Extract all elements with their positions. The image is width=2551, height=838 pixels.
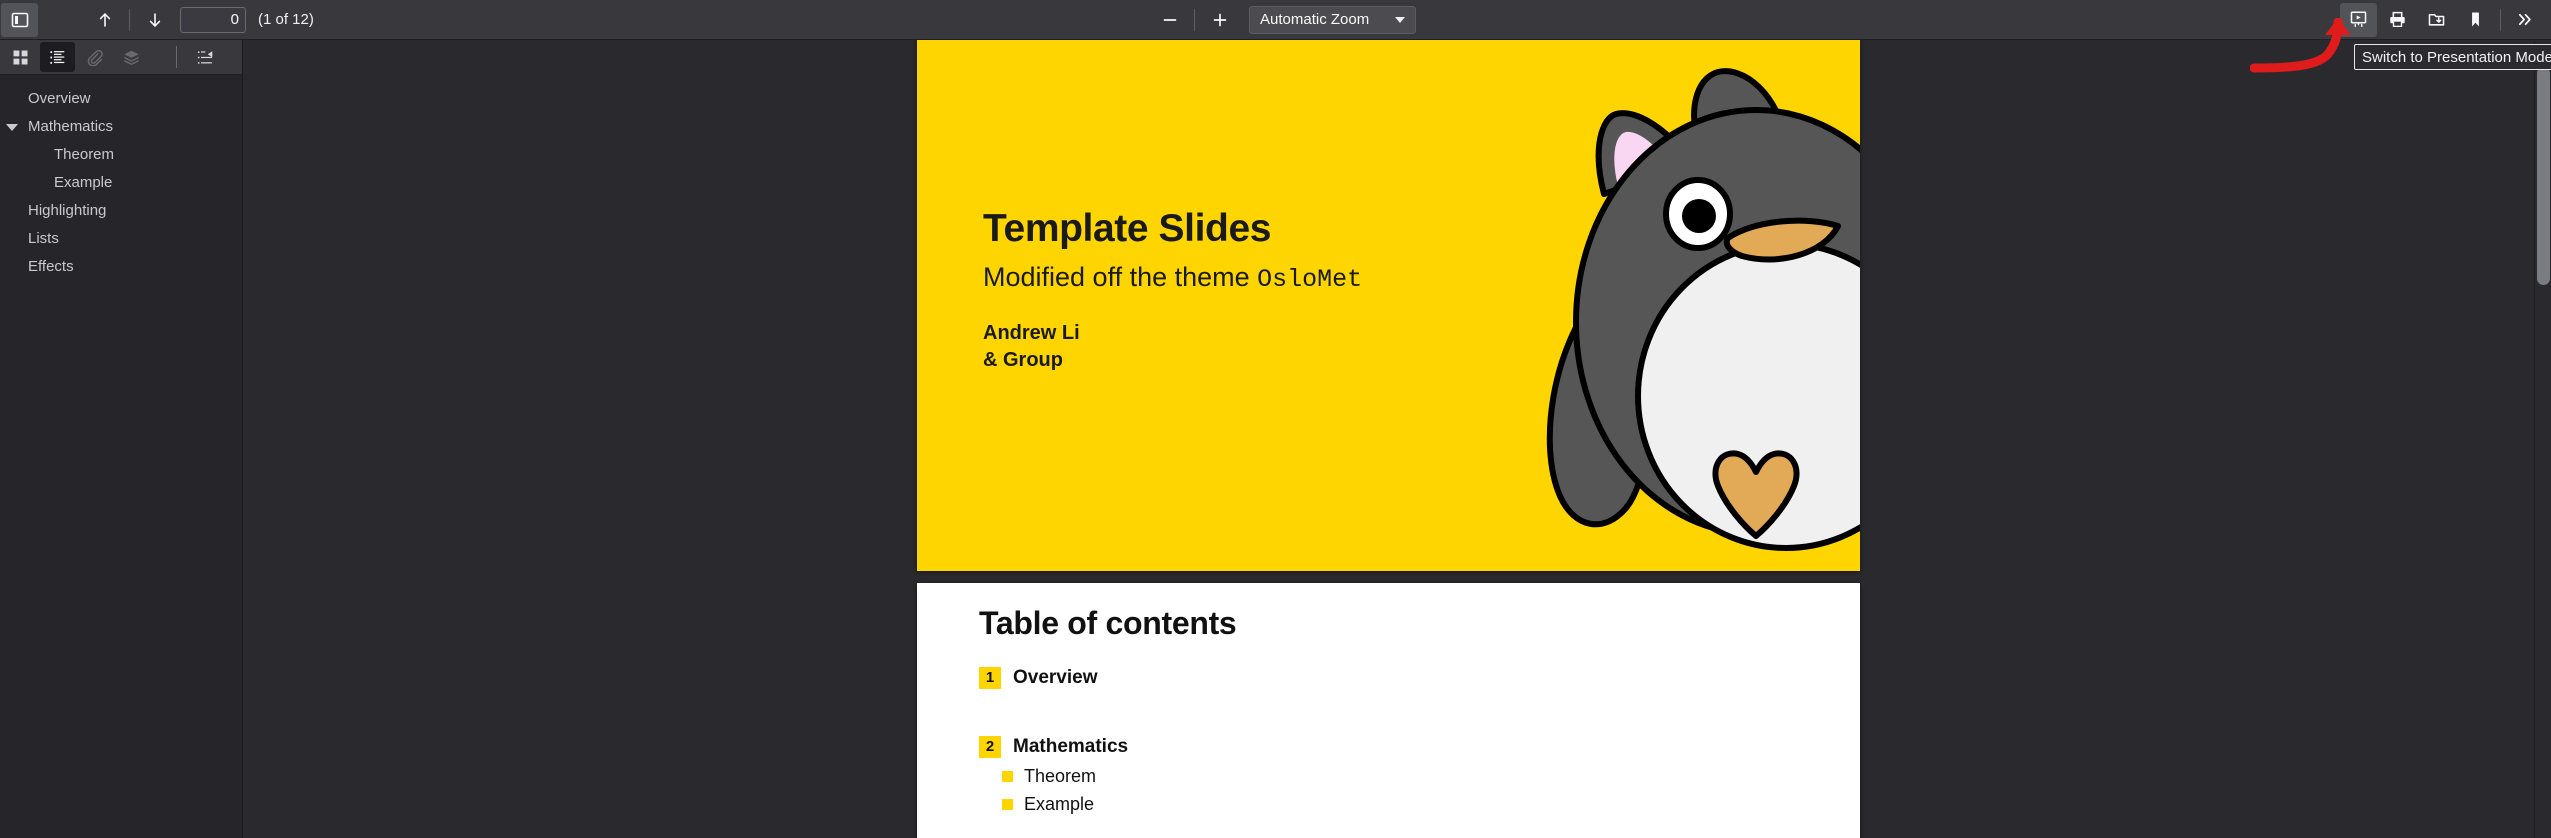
right-divider [2500,8,2501,31]
toc-entry-2: 2 Mathematics [979,736,1128,758]
outline-item-label: Example [54,174,113,191]
slide-subtitle-prefix: Modified off the theme [983,262,1258,292]
outline-item-lists[interactable]: Lists [0,225,242,253]
chevron-down-icon[interactable] [6,124,18,131]
toc-number-badge: 1 [979,667,1001,689]
toolbar-divider [129,8,130,31]
outline-item-theorem[interactable]: Theorem [0,141,242,169]
title-slide-text-block: Template Slides Modified off the theme O… [983,207,1362,294]
tooltip-text: Switch to Presentation Mode [2362,48,2551,66]
zoom-in-button[interactable] [1201,3,1238,37]
sidebar-item-layers [114,42,149,72]
toc-subentry-label: Theorem [1024,766,1097,786]
main-toolbar: (1 of 12) Automatic Zoom [0,0,2551,40]
sidebar-tab-divider [176,46,177,68]
sidebar-item-thumbnails[interactable] [3,42,38,72]
zoom-level-select[interactable]: Automatic Zoom [1249,5,1417,34]
bullet-square-icon [1002,771,1013,782]
previous-page-button[interactable] [86,3,123,37]
toc-subentry-label: Example [1024,794,1095,814]
outline-item-mathematics[interactable]: Mathematics [0,113,242,141]
tooltip-presentation-mode: Switch to Presentation Mode [2354,44,2551,70]
toolbar-left-group: (1 of 12) [0,0,314,40]
outline-item-effects[interactable]: Effects [0,253,242,281]
toolbar-zoom-group: Automatic Zoom [1150,0,1417,40]
outline-item-example[interactable]: Example [0,169,242,197]
author-group: & Group [983,349,1063,371]
outline-item-highlighting[interactable]: Highlighting [0,197,242,225]
presentation-mode-button[interactable] [2340,2,2377,37]
outline-item-label: Effects [28,258,74,275]
toc-title: Table of contents [979,605,1237,641]
outline-item-label: Highlighting [28,202,107,219]
toc-entry-1: 1 Overview [979,667,1098,689]
outline-item-label: Mathematics [28,118,114,135]
pdf-page-2[interactable]: Table of contents 1 Overview 2 Mathemati… [917,583,1860,838]
toc-entry-label: Overview [1013,667,1098,688]
zoom-level-value: Automatic Zoom [1260,11,1370,28]
bookmark-icon[interactable] [2457,3,2494,37]
author-name: Andrew Li [983,322,1080,344]
slide-subtitle: Modified off the theme OsloMet [983,262,1362,294]
more-tools-button[interactable] [2507,3,2544,37]
sidebar-item-current-outline-item[interactable] [188,42,223,72]
toc-entry-label: Mathematics [1013,736,1129,757]
sidebar: Overview Mathematics Theorem Example Hig… [0,40,243,838]
sidebar-tab-bar [0,40,242,75]
zoom-out-button[interactable] [1151,3,1188,37]
pdf-viewer-app: (1 of 12) Automatic Zoom [0,0,2551,838]
document-viewer[interactable]: Template Slides Modified off the theme O… [244,40,2551,838]
outline-item-label: Lists [28,230,59,247]
print-button[interactable] [2379,3,2416,37]
toolbar-right-group [2339,0,2545,40]
sidebar-item-attachments [77,42,112,72]
pdf-page-1[interactable]: Template Slides Modified off the theme O… [917,40,1860,571]
save-button[interactable] [2418,3,2455,37]
zoom-divider [1194,8,1195,31]
toc-number-badge: 2 [979,736,1001,758]
slide-subtitle-theme: OsloMet [1257,265,1363,294]
slide-author-block: Andrew Li & Group [983,320,1080,374]
outline-item-label: Theorem [54,146,115,163]
vertical-scrollbar[interactable] [2534,41,2551,838]
toc-subentry-example: Example [1002,794,1094,815]
sidebar-item-outline[interactable] [40,42,75,72]
outline-tree: Overview Mathematics Theorem Example Hig… [0,75,242,281]
scrollbar-thumb[interactable] [2537,67,2550,285]
bullet-square-icon [1002,799,1013,810]
next-page-button[interactable] [136,3,173,37]
page-number-input[interactable] [180,6,246,33]
slide-title: Template Slides [983,207,1272,250]
penguin-mascot-illustration [1486,40,1860,571]
chevron-down-icon [1395,16,1406,23]
toc-subentry-theorem: Theorem [1002,766,1096,787]
outline-item-label: Overview [28,90,91,107]
sidebar-toggle-button[interactable] [1,2,38,37]
outline-item-overview[interactable]: Overview [0,85,242,113]
page-count-label: (1 of 12) [258,11,314,28]
